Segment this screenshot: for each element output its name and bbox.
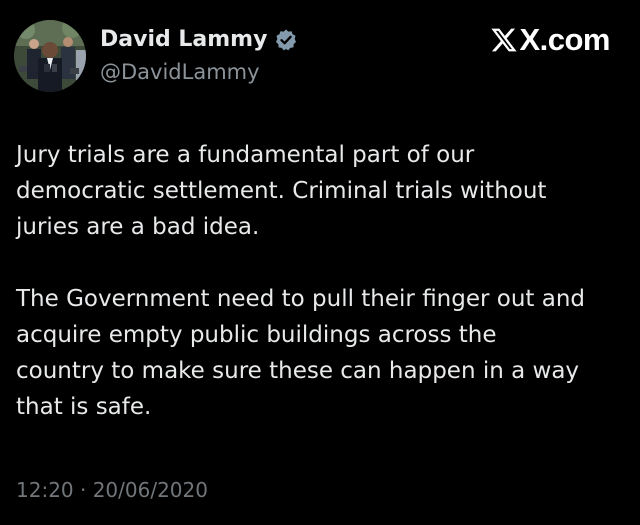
brand-text: X.com bbox=[519, 22, 610, 57]
tweet-timestamp[interactable]: 12:20 · 20/06/2020 bbox=[16, 478, 208, 502]
author-display-name[interactable]: David Lammy bbox=[100, 27, 267, 52]
tweet-paragraph: Jury trials are a fundamental part of ou… bbox=[16, 137, 626, 245]
tweet-line: democratic settlement. Criminal trials w… bbox=[16, 178, 547, 204]
avatar-photo-icon bbox=[14, 20, 86, 92]
tweet-text: Jury trials are a fundamental part of ou… bbox=[16, 137, 626, 461]
tweet-line: acquire empty public buildings across th… bbox=[16, 322, 497, 348]
author-handle[interactable]: @DavidLammy bbox=[100, 60, 260, 84]
tweet-line: that is safe. bbox=[16, 394, 152, 420]
author-name-row[interactable]: David Lammy bbox=[100, 27, 298, 52]
tweet-line: juries are a bad idea. bbox=[16, 214, 260, 240]
avatar[interactable] bbox=[14, 20, 86, 92]
brand-logo: X.com bbox=[490, 22, 610, 58]
tweet-paragraph: The Government need to pull their finger… bbox=[16, 281, 626, 425]
tweet-card: David Lammy @DavidLammy X.com Jury trial… bbox=[0, 0, 640, 525]
verified-badge-icon bbox=[274, 28, 298, 52]
tweet-line: The Government need to pull their finger… bbox=[16, 286, 586, 312]
tweet-line: Jury trials are a fundamental part of ou… bbox=[16, 142, 475, 168]
x-logo-icon bbox=[490, 26, 518, 54]
tweet-line: country to make sure these can happen in… bbox=[16, 358, 580, 384]
